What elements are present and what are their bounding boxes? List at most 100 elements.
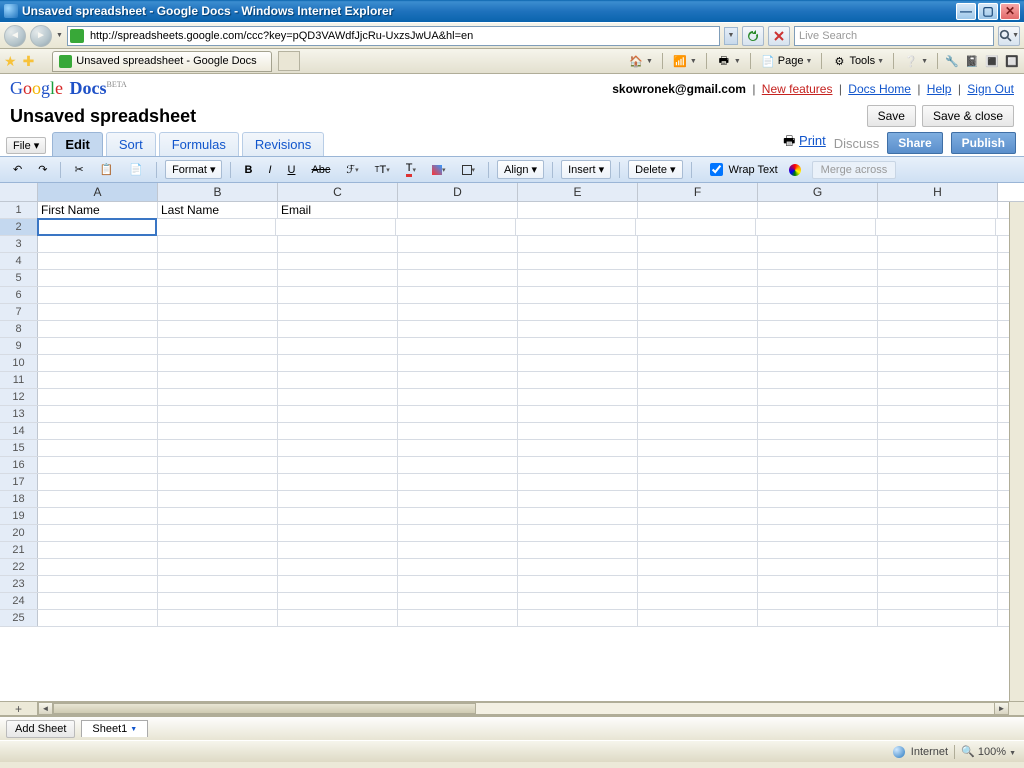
cell[interactable] — [758, 542, 878, 558]
cell[interactable] — [518, 236, 638, 252]
row-header[interactable]: 1 — [0, 202, 38, 218]
cell[interactable]: Last Name — [158, 202, 278, 218]
cell[interactable] — [278, 474, 398, 490]
file-menu[interactable]: File ▾ — [6, 137, 46, 154]
cell[interactable] — [38, 321, 158, 337]
cell[interactable] — [878, 457, 998, 473]
url-dropdown[interactable]: ▼ — [724, 27, 738, 45]
cell[interactable] — [518, 508, 638, 524]
cell[interactable] — [518, 576, 638, 592]
cell[interactable] — [758, 423, 878, 439]
row-header[interactable]: 4 — [0, 253, 38, 269]
cell[interactable] — [878, 559, 998, 575]
cell[interactable] — [638, 236, 758, 252]
cell[interactable] — [158, 321, 278, 337]
cell[interactable] — [518, 423, 638, 439]
scroll-right-button[interactable]: ► — [994, 702, 1009, 715]
cell[interactable] — [638, 610, 758, 626]
cell[interactable] — [158, 338, 278, 354]
cell[interactable] — [398, 321, 518, 337]
row-header[interactable]: 13 — [0, 406, 38, 422]
cell[interactable] — [278, 253, 398, 269]
borders-button[interactable]: ▾ — [457, 162, 481, 178]
tab-edit[interactable]: Edit — [52, 132, 103, 156]
cell[interactable] — [518, 372, 638, 388]
history-dropdown[interactable]: ▼ — [56, 32, 63, 39]
cell[interactable] — [158, 457, 278, 473]
cell[interactable] — [878, 406, 998, 422]
cell[interactable] — [38, 491, 158, 507]
url-input[interactable] — [88, 29, 717, 43]
cell[interactable] — [278, 491, 398, 507]
cell[interactable] — [638, 593, 758, 609]
cell[interactable] — [38, 576, 158, 592]
help-button[interactable]: ❔▼ — [900, 51, 931, 71]
cell[interactable] — [278, 423, 398, 439]
cell[interactable] — [518, 355, 638, 371]
cell[interactable] — [638, 321, 758, 337]
cell[interactable] — [638, 355, 758, 371]
cell[interactable] — [158, 525, 278, 541]
wrap-text-toggle[interactable]: Wrap Text — [706, 160, 778, 179]
tab-sort[interactable]: Sort — [106, 132, 156, 156]
font-size-button[interactable]: TT▾ — [370, 161, 395, 179]
row-header[interactable]: 11 — [0, 372, 38, 388]
cell[interactable] — [38, 457, 158, 473]
cell[interactable] — [278, 593, 398, 609]
url-field[interactable] — [67, 26, 720, 46]
cell[interactable] — [756, 219, 876, 235]
cell[interactable] — [638, 525, 758, 541]
cell[interactable] — [758, 236, 878, 252]
delete-menu[interactable]: Delete ▾ — [628, 160, 682, 179]
cell[interactable] — [638, 202, 758, 218]
cell[interactable] — [158, 508, 278, 524]
cell[interactable] — [638, 491, 758, 507]
cell[interactable] — [278, 270, 398, 286]
cell[interactable] — [158, 270, 278, 286]
maximize-button[interactable]: ▢ — [978, 3, 998, 20]
cell[interactable] — [878, 287, 998, 303]
row-header[interactable]: 2 — [0, 219, 38, 235]
cell[interactable] — [758, 202, 878, 218]
col-header-C[interactable]: C — [278, 183, 398, 201]
docs-home-link[interactable]: Docs Home — [848, 82, 911, 96]
cell[interactable] — [638, 389, 758, 405]
save-close-button[interactable]: Save & close — [922, 105, 1014, 127]
cell[interactable] — [398, 355, 518, 371]
row-header[interactable]: 3 — [0, 236, 38, 252]
cell[interactable] — [878, 304, 998, 320]
cell[interactable] — [278, 304, 398, 320]
cell[interactable] — [398, 423, 518, 439]
sign-out-link[interactable]: Sign Out — [967, 82, 1014, 96]
cell[interactable] — [278, 389, 398, 405]
cell[interactable] — [158, 287, 278, 303]
cell[interactable] — [518, 491, 638, 507]
cell[interactable] — [758, 270, 878, 286]
bg-color-button[interactable]: ▾ — [427, 162, 451, 178]
row-header[interactable]: 19 — [0, 508, 38, 524]
col-header-F[interactable]: F — [638, 183, 758, 201]
cell[interactable] — [38, 253, 158, 269]
cell[interactable] — [758, 253, 878, 269]
discuss-link[interactable]: Discuss — [834, 136, 880, 151]
col-header-G[interactable]: G — [758, 183, 878, 201]
doc-title[interactable]: Unsaved spreadsheet — [10, 106, 196, 127]
cell[interactable] — [758, 474, 878, 490]
cell[interactable] — [878, 372, 998, 388]
ext-icon-3[interactable]: 🔳 — [984, 53, 1000, 69]
cell[interactable] — [758, 338, 878, 354]
cell[interactable] — [38, 236, 158, 252]
cell[interactable] — [278, 287, 398, 303]
cell[interactable] — [758, 576, 878, 592]
cell[interactable] — [398, 593, 518, 609]
cell[interactable] — [398, 389, 518, 405]
cell[interactable] — [38, 525, 158, 541]
cell[interactable] — [278, 610, 398, 626]
cell[interactable] — [278, 355, 398, 371]
close-button[interactable]: ✕ — [1000, 3, 1020, 20]
cell[interactable] — [278, 576, 398, 592]
cell[interactable] — [398, 525, 518, 541]
italic-button[interactable]: I — [263, 161, 276, 179]
cell[interactable] — [38, 355, 158, 371]
cell[interactable] — [878, 525, 998, 541]
